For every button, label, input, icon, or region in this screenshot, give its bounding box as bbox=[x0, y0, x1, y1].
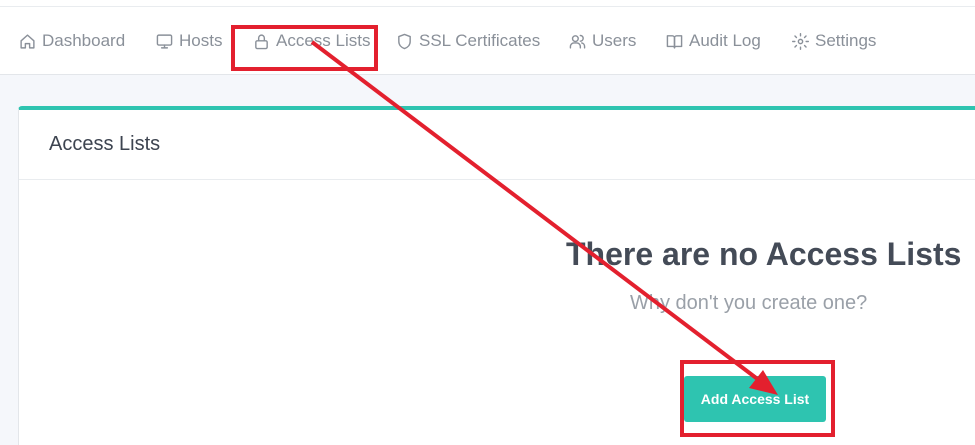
nav-label-users: Users bbox=[592, 31, 637, 50]
gear-icon bbox=[792, 32, 809, 50]
nav-label-settings: Settings bbox=[815, 31, 877, 50]
nav-item-audit-log[interactable]: Audit Log bbox=[666, 7, 761, 75]
card-title: Access Lists bbox=[49, 133, 161, 155]
nav-item-hosts[interactable]: Hosts bbox=[156, 7, 222, 75]
page: Dashboard Hosts Access Lists SSL Certifi… bbox=[0, 0, 975, 445]
nav-label-ssl-certificates: SSL Certificates bbox=[419, 31, 541, 50]
nav-item-ssl-certificates[interactable]: SSL Certificates bbox=[396, 7, 540, 75]
card-header: Access Lists bbox=[19, 110, 975, 180]
nav-label-audit-log: Audit Log bbox=[689, 31, 761, 50]
nav-label-dashboard: Dashboard bbox=[42, 31, 126, 50]
add-access-list-button[interactable]: Add Access List bbox=[684, 376, 826, 422]
top-strip bbox=[0, 0, 975, 7]
nav-item-settings[interactable]: Settings bbox=[792, 7, 876, 75]
empty-state-title: There are no Access Lists bbox=[566, 236, 962, 272]
nav-item-access-lists[interactable]: Access Lists bbox=[253, 7, 370, 75]
book-icon bbox=[666, 34, 683, 49]
nav-item-dashboard[interactable]: Dashboard bbox=[19, 7, 125, 75]
lock-icon bbox=[255, 33, 268, 49]
users-icon bbox=[569, 34, 586, 49]
main-nav: Dashboard Hosts Access Lists SSL Certifi… bbox=[0, 7, 975, 75]
empty-state-subtitle: Why don't you create one? bbox=[630, 292, 868, 314]
nav-item-users[interactable]: Users bbox=[569, 7, 636, 75]
nav-label-hosts: Hosts bbox=[179, 31, 223, 50]
home-icon bbox=[20, 33, 35, 49]
nav-label-access-lists: Access Lists bbox=[276, 31, 371, 50]
access-lists-card: Access Lists bbox=[18, 106, 975, 445]
shield-icon bbox=[398, 33, 411, 49]
monitor-icon bbox=[156, 33, 173, 49]
